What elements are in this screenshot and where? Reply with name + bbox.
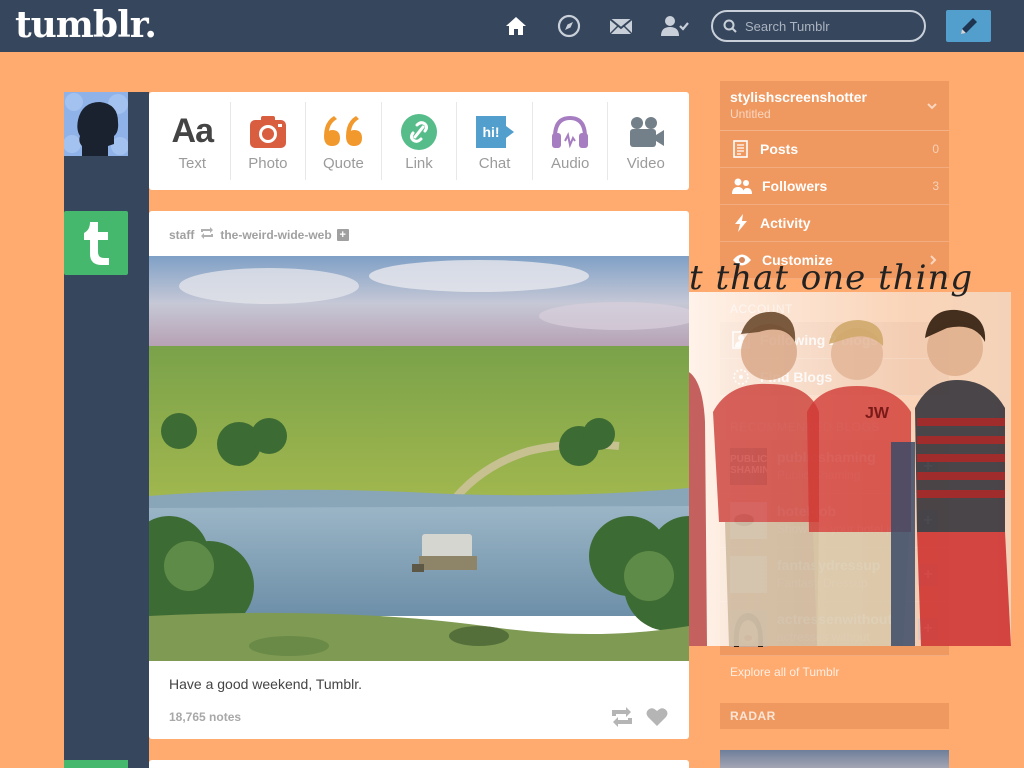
reblog-small-icon (201, 227, 214, 239)
post-type-bar: Aa Text Photo Quote Link hi! Chat Audio … (149, 92, 689, 190)
compose-post-button[interactable] (946, 10, 991, 42)
post-author-link[interactable]: staff (169, 228, 194, 242)
account-section-header: ACCOUNT (730, 302, 793, 316)
text-icon: Aa (171, 112, 214, 150)
account-user-icon[interactable] (661, 14, 689, 38)
video-camera-icon (629, 116, 664, 147)
following-icon (732, 331, 750, 349)
radar-section-header: RADAR (720, 703, 949, 729)
chat-icon: hi! (475, 115, 514, 148)
post-type-video[interactable]: Video (608, 102, 683, 180)
user-silhouette-icon (64, 92, 128, 156)
sidebar-item-find-blogs[interactable]: Find Blogs (720, 359, 949, 396)
recommended-blog-row[interactable]: PUBLIC SHAMING publicshaming Public Sham… (720, 440, 949, 494)
explore-compass-icon[interactable] (557, 14, 581, 38)
post-type-quote[interactable]: Quote (306, 102, 382, 180)
reblogged-from-link[interactable]: the-weird-wide-web (220, 228, 331, 242)
tumblr-logo[interactable]: tumblr. (15, 4, 157, 46)
recommended-blog-avatar[interactable] (730, 610, 767, 647)
headphones-icon (552, 115, 589, 148)
sidebar-item-following[interactable]: Following 2 blogs (720, 322, 949, 359)
reblog-icon[interactable] (610, 707, 634, 727)
follow-blog-button[interactable]: + (918, 456, 938, 478)
pencil-icon (960, 18, 977, 34)
post-notes-count[interactable]: 18,765 notes (169, 710, 241, 724)
quote-icon (324, 115, 363, 146)
follow-plus-icon[interactable]: + (336, 228, 349, 241)
dashboard-post: staff the-weird-wide-web + Have a good w… (149, 211, 689, 739)
inbox-mail-icon[interactable] (609, 14, 633, 38)
search-icon (723, 19, 737, 33)
link-icon (401, 113, 438, 150)
landscape-river-image (149, 256, 689, 661)
recommended-blog-row[interactable]: actressenwithout actresses without + (720, 602, 949, 656)
blog-title: Untitled (730, 107, 771, 121)
post-header: staff the-weird-wide-web + (169, 227, 349, 242)
top-navigation-bar: tumblr. (0, 0, 1024, 52)
staff-avatar[interactable] (64, 211, 128, 275)
chevron-right-icon (930, 255, 937, 265)
posts-icon (733, 140, 748, 158)
sidebar-item-customize[interactable]: Customize (720, 242, 949, 279)
like-heart-icon[interactable] (646, 707, 668, 727)
user-avatar[interactable] (64, 92, 128, 156)
post-type-text[interactable]: Aa Text (155, 102, 231, 180)
post-type-chat[interactable]: hi! Chat (457, 102, 533, 180)
search-input[interactable] (745, 18, 915, 34)
next-post-avatar[interactable] (64, 760, 128, 768)
follow-blog-button[interactable]: + (918, 564, 938, 586)
blog-selector[interactable]: stylishscreenshotter Untitled (720, 81, 949, 131)
sidebar-item-followers[interactable]: Followers 3 (720, 168, 949, 205)
svg-text:hi!: hi! (482, 124, 499, 140)
followers-icon (732, 178, 752, 194)
blog-name: stylishscreenshotter (730, 89, 867, 105)
follow-blog-button[interactable]: + (918, 618, 938, 640)
recommended-section-header: RECOMMENDED BLOGS (730, 420, 880, 434)
dashboard-rail (64, 92, 149, 768)
post-caption: Have a good weekend, Tumblr. (169, 676, 363, 692)
post-type-audio[interactable]: Audio (533, 102, 609, 180)
follow-blog-button[interactable]: + (918, 510, 938, 532)
post-type-link[interactable]: Link (382, 102, 458, 180)
post-photo[interactable] (149, 256, 689, 661)
recommended-blog-avatar[interactable] (730, 502, 767, 539)
recommended-blog-row[interactable]: hotel-job Show me your hotel job + (720, 494, 949, 548)
post-type-photo[interactable]: Photo (231, 102, 307, 180)
recommended-blog-row[interactable]: fantasydressup Fantasy Dressup + (720, 548, 949, 602)
eye-icon (733, 254, 751, 266)
explore-tumblr-link[interactable]: Explore all of Tumblr (730, 665, 839, 679)
radar-post-image[interactable] (720, 750, 949, 768)
next-post (149, 760, 689, 768)
recommended-blog-avatar[interactable]: PUBLIC SHAMING (730, 448, 767, 485)
sidebar-item-posts[interactable]: Posts 0 (720, 131, 949, 168)
camera-icon (249, 115, 286, 148)
activity-lightning-icon (735, 214, 747, 232)
home-icon[interactable] (504, 14, 528, 38)
tumblr-t-icon (84, 222, 109, 265)
sidebar-item-activity[interactable]: Activity (720, 205, 949, 242)
search-box[interactable] (711, 10, 926, 42)
recommended-blog-avatar[interactable] (730, 556, 767, 593)
find-blogs-icon (733, 369, 749, 385)
chevron-down-icon (927, 103, 937, 110)
